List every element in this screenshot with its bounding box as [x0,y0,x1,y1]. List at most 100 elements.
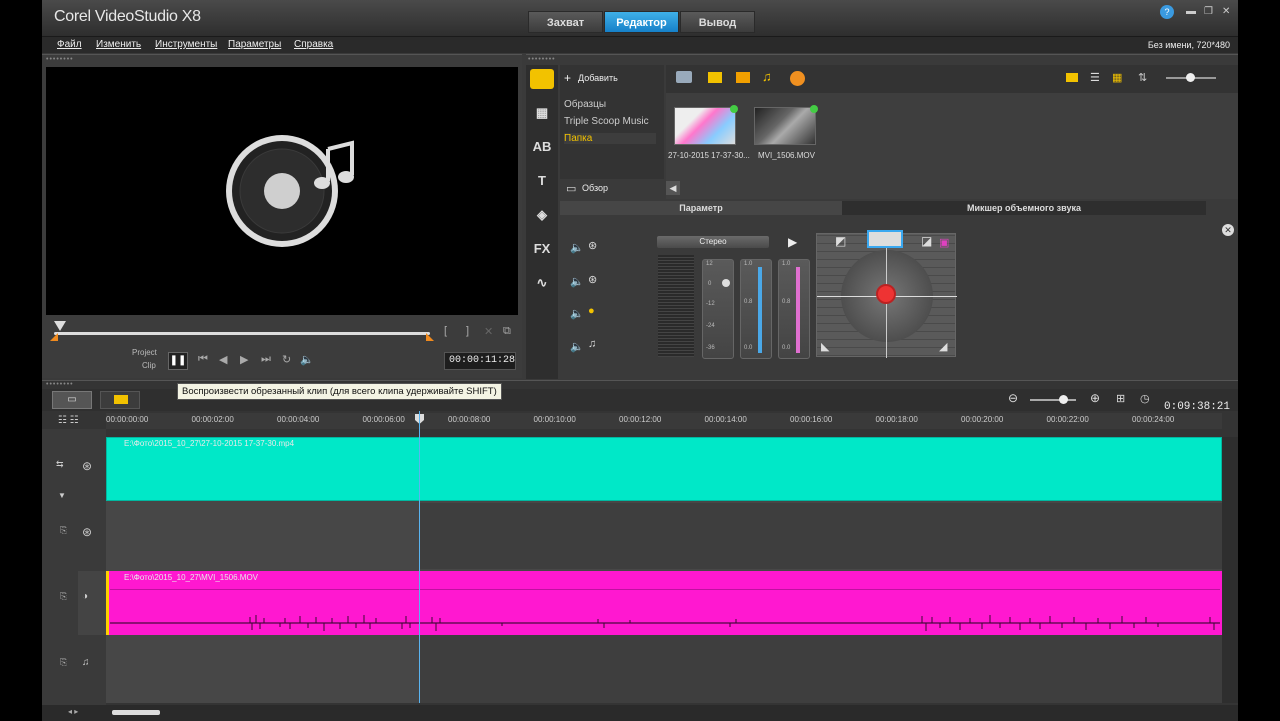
repeat-icon[interactable]: ↻ [282,353,291,366]
surround-pan-field[interactable]: ◩ ◪ ▣ ◣ ◢ [816,230,957,358]
browse-icon[interactable]: ▭ [566,182,576,195]
prev-frame-icon[interactable]: ◀ [219,353,227,366]
menu-file[interactable]: Файл [57,39,82,50]
music-track-icon[interactable]: ♫ [82,657,90,668]
mark-out-handle[interactable] [426,333,434,341]
restore-icon[interactable]: ❐ [1204,6,1213,17]
tab-share[interactable]: Вывод [680,11,755,33]
clip-mode-label[interactable]: Clip [142,361,156,370]
path-icon[interactable]: ∿ [532,275,552,291]
next-frame-icon[interactable]: ▶ [240,353,248,366]
browse-button[interactable]: Обзор [582,183,608,193]
playhead-line[interactable] [419,411,420,703]
speaker-icon[interactable]: 🔈 [570,275,584,288]
project-mode-label[interactable]: Project [132,348,157,357]
music-track-icon[interactable]: ♫ [588,338,596,350]
sort-icon[interactable]: ⇅ [1138,71,1147,84]
fit-project-icon[interactable]: ⊞ [1116,392,1125,405]
mark-out-button[interactable]: ] [466,325,469,337]
list-view-icon[interactable]: ☰ [1090,71,1100,84]
menu-edit[interactable]: Изменить [96,39,141,50]
media-thumb-video1[interactable] [674,107,736,145]
home-icon[interactable]: ⏮ [198,353,208,366]
project-duration: 0:09:38:21 [1164,401,1231,413]
audio-filter-icon[interactable]: ♫ [762,69,772,84]
ripple-edit-icon[interactable]: ⇆ [56,459,64,470]
title-icon[interactable]: T [532,173,552,189]
menu-tools[interactable]: Инструменты [155,39,217,50]
thumb-view-icon[interactable] [1066,73,1078,82]
minimize-icon[interactable]: ▬ [1186,6,1196,17]
lock-icon[interactable]: ⎘ [60,657,67,668]
trim-start-marker[interactable] [54,321,66,331]
scroll-arrows-icon[interactable]: ◂ ▸ [68,707,78,716]
video-track-icon[interactable]: ⊛ [82,459,92,473]
volume-slider[interactable] [702,259,734,359]
horizontal-scrollbar-thumb[interactable] [112,710,160,715]
thumb-size-knob[interactable] [1186,73,1195,82]
lock-icon[interactable]: ⎘ [60,591,67,602]
storyboard-view-icon[interactable]: ▭ [52,391,92,409]
media-thumb-video2[interactable] [754,107,816,145]
add-icon[interactable]: + [564,71,571,85]
mixer-play-icon[interactable]: ▶ [788,235,797,249]
panel-grip[interactable]: •••••••• [528,56,556,63]
enlarge-icon[interactable]: ⧉ [503,325,511,338]
zoom-in-icon[interactable]: ⊕ [1090,391,1100,405]
mark-in-button[interactable]: [ [444,325,447,337]
tab-surround-mixer[interactable]: Микшер объемного звука [842,202,1206,215]
vertical-scrollbar[interactable] [1222,437,1238,703]
expand-icon[interactable]: ▼ [58,491,66,500]
speaker-icon[interactable]: 🔈 [570,340,584,353]
grid-view-icon[interactable]: ▦ [1112,71,1122,84]
voice-track-icon[interactable]: ◑ [82,591,88,602]
pan-position-knob[interactable] [876,284,896,304]
stereo-button[interactable]: Стерео [657,236,769,248]
split-icon[interactable]: ✕ [484,325,493,338]
folder-item-samples[interactable]: Образцы [564,99,606,110]
lock-icon[interactable]: ⎘ [60,525,67,536]
collapse-icon[interactable]: ◀ [666,181,680,195]
menu-settings[interactable]: Параметры [228,39,281,50]
voice-track-icon[interactable]: ● [588,305,595,317]
track-manager-icon[interactable]: ☷ ☷ [58,415,79,426]
transition-icon[interactable]: AB [532,139,552,155]
tab-options[interactable]: Параметр [560,202,842,215]
overlay-track-icon[interactable]: ⊛ [82,525,92,539]
center-slider[interactable] [740,259,772,359]
photo-filter-icon[interactable] [736,72,750,83]
zoom-knob[interactable] [1059,395,1068,404]
folder-icon[interactable] [676,71,692,83]
tab-editor[interactable]: Редактор [604,11,679,33]
instant-project-icon[interactable]: ▦ [532,105,552,121]
folder-item-folder[interactable]: Папка [564,133,656,144]
help-icon[interactable]: ? [1160,5,1174,19]
media-library-icon[interactable] [530,69,554,89]
add-folder-button[interactable]: Добавить [578,73,618,83]
folder-item-triple-scoop[interactable]: Triple Scoop Music [564,116,649,127]
graphics-icon[interactable]: ◈ [532,207,552,223]
play-pause-button[interactable]: ❚❚ [168,352,188,370]
end-icon[interactable]: ⏭ [261,353,271,366]
fx-icon[interactable]: FX [532,241,552,257]
volume-icon[interactable]: 🔈 [300,353,314,366]
preview-screen[interactable] [46,67,518,315]
video-filter-icon[interactable] [708,72,722,83]
overlay-track-icon[interactable]: ⊛ [588,273,597,286]
menu-help[interactable]: Справка [294,39,333,50]
panel-grip[interactable]: •••••••• [46,56,74,63]
volume-knob[interactable] [722,279,730,287]
speaker-icon[interactable]: 🔈 [570,241,584,254]
timecode-field[interactable]: 00:00:11:28 [444,352,516,370]
scrubber-bar[interactable] [54,332,430,335]
panel-grip[interactable]: •••••••• [46,381,74,388]
video-track-icon[interactable]: ⊛ [588,239,597,252]
close-icon[interactable]: ✕ [1222,6,1230,17]
tab-capture[interactable]: Захват [528,11,603,33]
subwoofer-slider[interactable] [778,259,810,359]
speaker-icon[interactable]: 🔈 [570,307,584,320]
close-panel-icon[interactable]: ✕ [1222,224,1234,236]
smart-collection-icon[interactable] [790,71,805,86]
zoom-slider[interactable] [1030,399,1076,401]
zoom-out-icon[interactable]: ⊖ [1008,391,1018,405]
